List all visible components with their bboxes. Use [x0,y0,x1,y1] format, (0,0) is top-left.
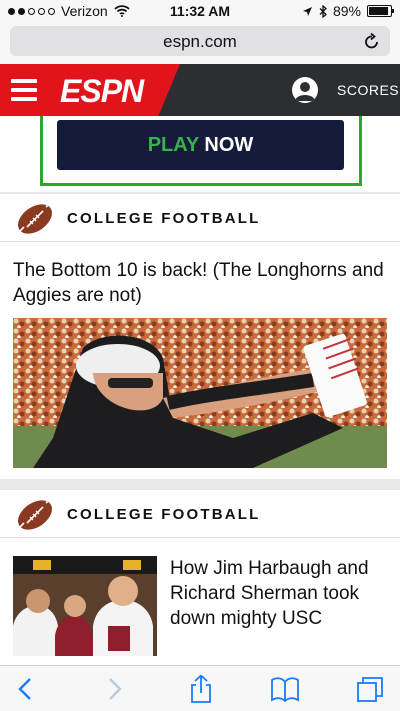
promo-banner: PLAY NOW [0,116,400,192]
scores-link[interactable]: SCORES [337,82,399,98]
play-label: PLAY [147,134,199,156]
article-image[interactable] [13,318,387,468]
reload-icon[interactable] [364,32,380,50]
article-thumbnail[interactable] [13,556,157,656]
article-headline[interactable]: The Bottom 10 is back! (The Longhorns an… [13,258,388,308]
tabs-icon[interactable] [355,675,385,703]
category-row: COLLEGE FOOTBALL [0,194,400,242]
browser-url-bar: espn.com [0,22,400,64]
football-icon [17,202,53,234]
category-label[interactable]: COLLEGE FOOTBALL [67,210,261,227]
battery-percent: 89% [332,3,361,19]
site-header: ESPN SCORES [0,64,400,116]
forward-icon[interactable] [98,675,128,703]
espn-logo[interactable]: ESPN [60,73,144,110]
share-icon[interactable] [186,675,216,703]
bluetooth-icon [319,4,327,18]
category-label[interactable]: COLLEGE FOOTBALL [67,506,261,523]
address-field[interactable]: espn.com [10,26,390,56]
bookmarks-icon[interactable] [270,675,300,703]
category-row: COLLEGE FOOTBALL [0,490,400,538]
browser-toolbar [0,665,400,711]
now-label: NOW [204,134,254,156]
battery-icon [367,5,394,17]
play-now-button[interactable]: PLAY NOW [57,120,344,170]
article-card[interactable]: COLLEGE FOOTBALL The Bottom 10 is back! … [0,194,400,479]
article-card[interactable]: COLLEGE FOOTBALL How Jim Harbaugh and Ri… [0,490,400,665]
location-icon [302,6,312,16]
article-headline[interactable]: How Jim Harbaugh and Richard Sherman too… [170,556,390,631]
url-text: espn.com [163,32,237,51]
user-avatar-icon[interactable] [292,77,318,103]
hamburger-menu-icon[interactable] [11,79,37,101]
status-bar: Verizon 11:32 AM 89% [0,0,400,22]
back-icon[interactable] [12,675,42,703]
football-icon [17,498,53,530]
